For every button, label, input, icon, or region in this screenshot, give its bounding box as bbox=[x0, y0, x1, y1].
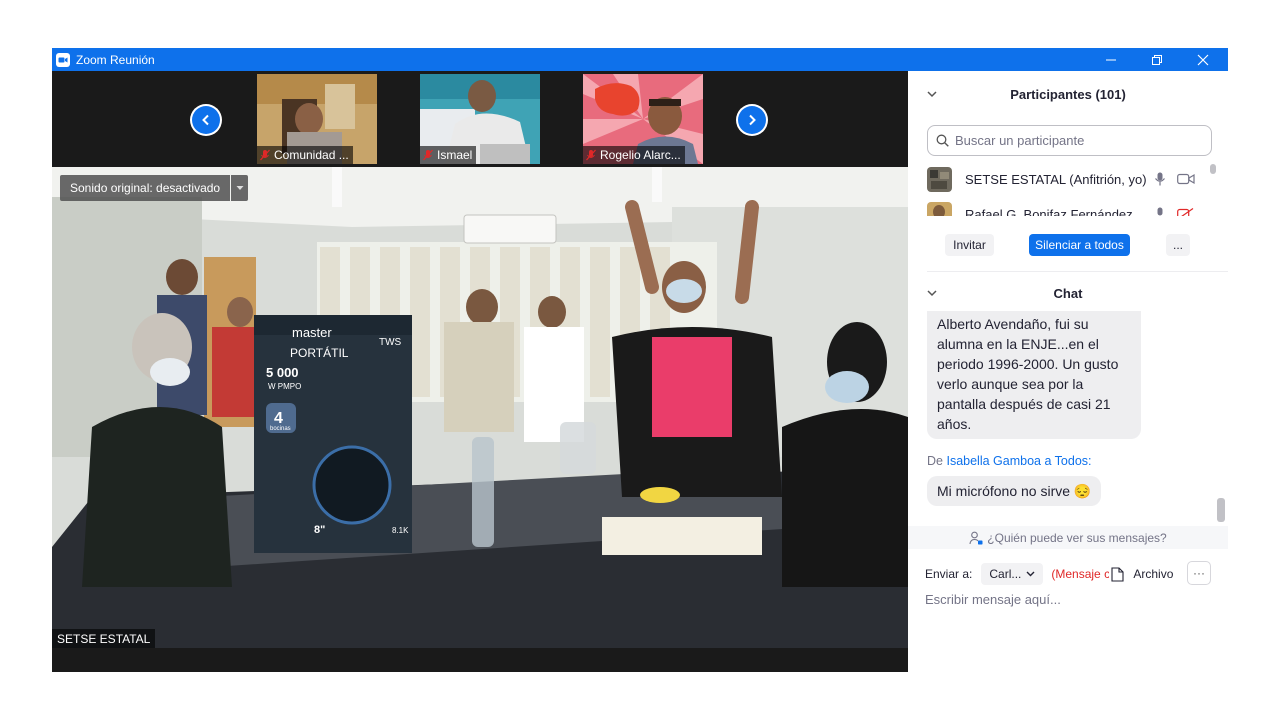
search-placeholder: Buscar un participante bbox=[955, 133, 1085, 148]
box-model: 8.1K bbox=[392, 526, 409, 535]
send-to-label: Enviar a: bbox=[925, 567, 973, 581]
box-product: PORTÁTIL bbox=[290, 345, 349, 360]
chat-header: Chat bbox=[908, 278, 1228, 308]
participant-name: SETSE ESTATAL (Anfitrión, yo) bbox=[965, 171, 1147, 187]
chevron-down-icon[interactable] bbox=[926, 88, 938, 100]
sender-name[interactable]: Isabella Gamboa bbox=[946, 454, 1041, 468]
original-sound-dropdown[interactable] bbox=[231, 175, 249, 201]
zoom-app-icon bbox=[56, 52, 70, 67]
participant-row[interactable]: Rafael G. Bonifaz Fernández bbox=[927, 200, 1209, 216]
box-speakers-label: bocinas bbox=[270, 426, 291, 432]
chat-messages: Alberto Avendaño, fui su alumna en la EN… bbox=[908, 311, 1228, 524]
chevron-left-icon bbox=[202, 114, 209, 126]
divider bbox=[927, 271, 1228, 272]
box-size: 8" bbox=[314, 524, 325, 536]
recipient-value: Carl... bbox=[989, 567, 1022, 581]
thumbnail-name-label: Comunidad ... bbox=[257, 146, 353, 164]
speaker-name-label: SETSE ESTATAL bbox=[52, 629, 156, 648]
participants-more-button[interactable]: ... bbox=[1166, 234, 1190, 256]
participant-list-scrollbar[interactable] bbox=[1210, 164, 1216, 174]
meeting-room-scene: master PORTÁTIL TWS 5 000 W PMPO 4 bocin… bbox=[52, 167, 908, 648]
participants-title: Participantes (101) bbox=[1010, 86, 1126, 102]
video-area: Comunidad ... Ismael Rogelio Alarc... ma… bbox=[52, 71, 908, 672]
restore-button[interactable] bbox=[1134, 48, 1180, 71]
file-icon[interactable] bbox=[1111, 566, 1124, 582]
chat-message-line: verlo aunque sea por la bbox=[937, 376, 1084, 392]
search-icon bbox=[936, 134, 949, 147]
main-speaker-video: master PORTÁTIL TWS 5 000 W PMPO 4 bocin… bbox=[52, 167, 908, 648]
private-message-note: (Mensaje c bbox=[1051, 567, 1110, 581]
next-page-button[interactable] bbox=[736, 104, 768, 136]
restore-icon bbox=[1152, 54, 1162, 65]
original-sound-button[interactable]: Sonido original: desactivado bbox=[60, 175, 231, 201]
chat-message-line: Alberto Avendaño, fui su bbox=[937, 316, 1089, 332]
thumbnail-name-label: Rogelio Alarc... bbox=[583, 146, 685, 164]
mic-icon[interactable] bbox=[1154, 207, 1166, 216]
recipient-dropdown[interactable]: Carl... bbox=[981, 563, 1044, 585]
file-button[interactable]: Archivo bbox=[1133, 567, 1173, 581]
muted-mic-icon bbox=[586, 149, 596, 161]
avatar bbox=[927, 166, 952, 192]
participant-thumbnail[interactable]: Comunidad ... bbox=[257, 74, 377, 164]
chat-title: Chat bbox=[1053, 285, 1083, 301]
chat-message-line: periodo 1996-2000. Un gusto bbox=[937, 356, 1119, 372]
thumbnail-strip: Comunidad ... Ismael Rogelio Alarc... bbox=[52, 71, 908, 167]
participant-row[interactable]: SETSE ESTATAL (Anfitrión, yo) bbox=[927, 165, 1209, 193]
chat-message-line: Mi micrófono no sirve 😔 bbox=[937, 483, 1092, 499]
close-icon bbox=[1197, 54, 1209, 65]
close-button[interactable] bbox=[1180, 48, 1226, 71]
box-power: 5 000 bbox=[266, 365, 299, 380]
window-title: Zoom Reunión bbox=[76, 52, 155, 67]
box-power-unit: W PMPO bbox=[268, 382, 301, 391]
minimize-icon bbox=[1106, 59, 1116, 60]
thumbnail-name: Rogelio Alarc... bbox=[600, 148, 681, 162]
thumbnail-name-label: Ismael bbox=[420, 146, 477, 164]
chat-message-sender: De Isabella Gamboa a Todos: bbox=[927, 454, 1092, 468]
who-sees-text: ¿Quién puede ver sus mensajes? bbox=[987, 530, 1167, 545]
avatar bbox=[927, 201, 952, 216]
send-to-row: Enviar a: Carl... (Mensaje c Archivo ··· bbox=[925, 561, 1215, 587]
thumbnail-name: Ismael bbox=[437, 148, 473, 162]
chevron-down-icon bbox=[1026, 571, 1035, 577]
chat-message-bubble: Alberto Avendaño, fui su alumna en la EN… bbox=[927, 311, 1141, 439]
side-panel: Participantes (101) Buscar un participan… bbox=[908, 71, 1228, 672]
mic-icon[interactable] bbox=[1154, 172, 1166, 186]
prev-page-button[interactable] bbox=[190, 104, 222, 136]
participant-list: SETSE ESTATAL (Anfitrión, yo) Rafael G. … bbox=[908, 164, 1228, 216]
muted-mic-icon bbox=[260, 149, 270, 161]
video-camera-icon[interactable] bbox=[1177, 173, 1195, 185]
box-speakers: 4 bbox=[274, 410, 283, 427]
caret-down-icon bbox=[236, 186, 244, 190]
title-bar: Zoom Reunión bbox=[52, 48, 1228, 71]
original-sound-control: Sonido original: desactivado bbox=[60, 175, 249, 201]
mute-all-button[interactable]: Silenciar a todos bbox=[1029, 234, 1130, 256]
participants-header: Participantes (101) bbox=[908, 79, 1228, 109]
thumbnail-name: Comunidad ... bbox=[274, 148, 349, 162]
chat-message-input[interactable]: Escribir mensaje aquí... bbox=[925, 592, 1215, 612]
participant-thumbnail[interactable]: Ismael bbox=[420, 74, 540, 164]
chat-message-line: años. bbox=[937, 416, 972, 432]
chat-message-bubble: Mi micrófono no sirve 😔 bbox=[927, 476, 1102, 506]
chevron-right-icon bbox=[749, 114, 756, 126]
chat-message-line: alumna en la ENJE...en el bbox=[937, 336, 1099, 352]
invite-button[interactable]: Invitar bbox=[945, 234, 994, 256]
minimize-button[interactable] bbox=[1088, 48, 1134, 71]
recipient-name: a Todos: bbox=[1044, 454, 1092, 468]
chat-more-button[interactable]: ··· bbox=[1187, 561, 1211, 585]
participant-search-input[interactable]: Buscar un participante bbox=[927, 125, 1212, 156]
participant-thumbnail[interactable]: Rogelio Alarc... bbox=[583, 74, 703, 164]
chevron-down-icon[interactable] bbox=[926, 287, 938, 299]
chat-message-line: pantalla después de casi 21 bbox=[937, 396, 1111, 412]
box-tws: TWS bbox=[379, 337, 402, 348]
who-can-see-messages[interactable]: ¿Quién puede ver sus mensajes? bbox=[908, 526, 1228, 549]
chat-scrollbar[interactable] bbox=[1217, 498, 1225, 522]
zoom-window: Zoom Reunión Comunidad ... Ismael Rogeli… bbox=[52, 48, 1228, 672]
video-off-icon[interactable] bbox=[1177, 208, 1195, 216]
person-lock-icon bbox=[969, 531, 983, 544]
muted-mic-icon bbox=[423, 149, 433, 161]
box-brand: master bbox=[292, 325, 332, 340]
from-prefix: De bbox=[927, 454, 943, 468]
participant-name: Rafael G. Bonifaz Fernández bbox=[965, 206, 1133, 217]
